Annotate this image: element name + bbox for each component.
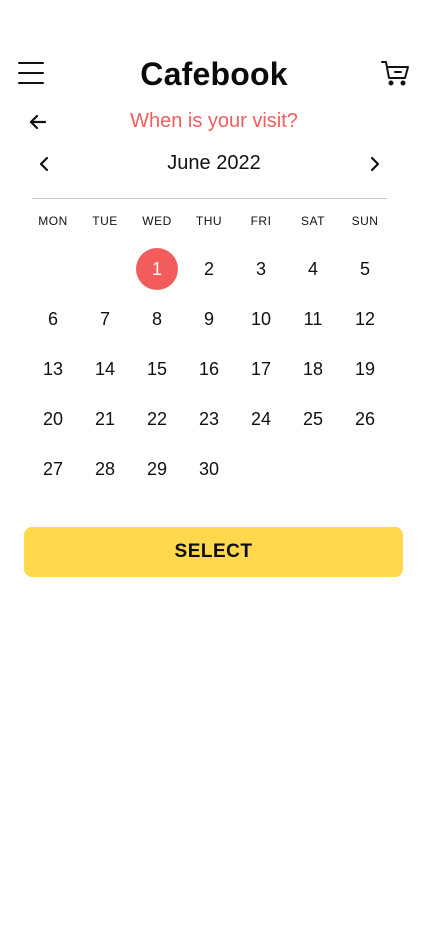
calendar-day[interactable]: 18 xyxy=(287,344,339,394)
calendar-day[interactable]: 22 xyxy=(131,394,183,444)
calendar-day-number: 2 xyxy=(203,258,214,279)
calendar-day[interactable]: 10 xyxy=(235,294,287,344)
calendar-day[interactable]: 20 xyxy=(27,394,79,444)
app-title: Cafebook xyxy=(140,56,288,92)
calendar-day[interactable]: 21 xyxy=(79,394,131,444)
calendar-day-number: 30 xyxy=(198,458,220,479)
visit-subheader: When is your visit? xyxy=(0,104,428,140)
calendar-day-number: 27 xyxy=(42,458,64,479)
weekday-label: MON xyxy=(38,214,68,228)
calendar-day[interactable]: 4 xyxy=(287,244,339,294)
calendar-day[interactable]: 27 xyxy=(27,444,79,494)
calendar-day-number: 4 xyxy=(307,258,318,279)
calendar-day[interactable]: 7 xyxy=(79,294,131,344)
calendar-day-number: 10 xyxy=(250,308,272,329)
weekday-label: SAT xyxy=(301,214,325,228)
calendar-day-number: 18 xyxy=(302,358,324,379)
calendar-day[interactable]: 5 xyxy=(339,244,391,294)
calendar-day[interactable]: 12 xyxy=(339,294,391,344)
weekday-label: SUN xyxy=(351,214,379,228)
select-button[interactable]: SELECT xyxy=(24,527,403,577)
month-navigation: June 2022 xyxy=(0,148,428,182)
calendar-day[interactable]: 3 xyxy=(235,244,287,294)
calendar-day[interactable]: 17 xyxy=(235,344,287,394)
calendar-day-number: 23 xyxy=(198,408,220,429)
calendar-day[interactable]: 13 xyxy=(27,344,79,394)
calendar-day-blank xyxy=(79,244,131,294)
calendar-day-number: 6 xyxy=(47,308,58,329)
calendar-day-number: 9 xyxy=(203,308,214,329)
calendar-day[interactable]: 19 xyxy=(339,344,391,394)
weekday-label: THU xyxy=(195,214,223,228)
calendar-day[interactable]: 29 xyxy=(131,444,183,494)
calendar-day[interactable]: 24 xyxy=(235,394,287,444)
calendar-day-number: 8 xyxy=(151,308,162,329)
weekday-header: MON TUE WED THU FRI SAT SUN xyxy=(27,214,391,234)
calendar-day[interactable]: 8 xyxy=(131,294,183,344)
calendar-day-number: 13 xyxy=(42,358,64,379)
calendar-day[interactable]: 23 xyxy=(183,394,235,444)
shopping-cart-icon[interactable] xyxy=(380,58,410,88)
calendar-day[interactable]: 15 xyxy=(131,344,183,394)
calendar-day[interactable]: 2 xyxy=(183,244,235,294)
weekday-label: TUE xyxy=(92,214,118,228)
calendar-days-grid: 1 2 3 4 5 6 7 8 9 10 11 12 13 14 15 16 17 18 19 20 21 22 23 24 2… xyxy=(27,244,391,494)
calendar-day-number: 17 xyxy=(250,358,272,379)
calendar-day[interactable]: 25 xyxy=(287,394,339,444)
calendar-day-number: 21 xyxy=(94,408,116,429)
calendar-day[interactable]: 11 xyxy=(287,294,339,344)
calendar-day[interactable]: 6 xyxy=(27,294,79,344)
calendar-day-number: 14 xyxy=(94,358,116,379)
calendar-day-number: 22 xyxy=(146,408,168,429)
calendar-day-number: 16 xyxy=(198,358,220,379)
calendar-day-number: 24 xyxy=(250,408,272,429)
calendar-day-number: 12 xyxy=(354,308,376,329)
weekday-label: FRI xyxy=(250,214,272,228)
calendar-day-number: 20 xyxy=(42,408,64,429)
calendar-day-number: 25 xyxy=(302,408,324,429)
calendar-day-blank xyxy=(27,244,79,294)
calendar-day-number: 11 xyxy=(303,308,323,329)
calendar-day-number: 7 xyxy=(99,308,110,329)
calendar-day-number: 3 xyxy=(255,258,266,279)
calendar-day[interactable]: 16 xyxy=(183,344,235,394)
visit-question-title: When is your visit? xyxy=(130,110,298,132)
app-header: Cafebook xyxy=(0,0,428,110)
calendar-day-number: 29 xyxy=(146,458,168,479)
calendar-day-number: 15 xyxy=(146,358,168,379)
calendar-day-number: 26 xyxy=(354,408,376,429)
calendar-day[interactable]: 9 xyxy=(183,294,235,344)
calendar-day[interactable]: 26 xyxy=(339,394,391,444)
chevron-right-icon[interactable] xyxy=(363,152,387,176)
calendar-divider xyxy=(32,198,387,199)
calendar-day[interactable]: 14 xyxy=(79,344,131,394)
calendar-day-number: 28 xyxy=(94,458,116,479)
calendar-day-number: 5 xyxy=(359,258,370,279)
calendar-day[interactable]: 30 xyxy=(183,444,235,494)
calendar-day-number: 1 xyxy=(136,248,178,290)
calendar-day-selected[interactable]: 1 xyxy=(131,244,183,294)
calendar-day[interactable]: 28 xyxy=(79,444,131,494)
calendar-day-number: 19 xyxy=(354,358,376,379)
weekday-label: WED xyxy=(142,214,172,228)
